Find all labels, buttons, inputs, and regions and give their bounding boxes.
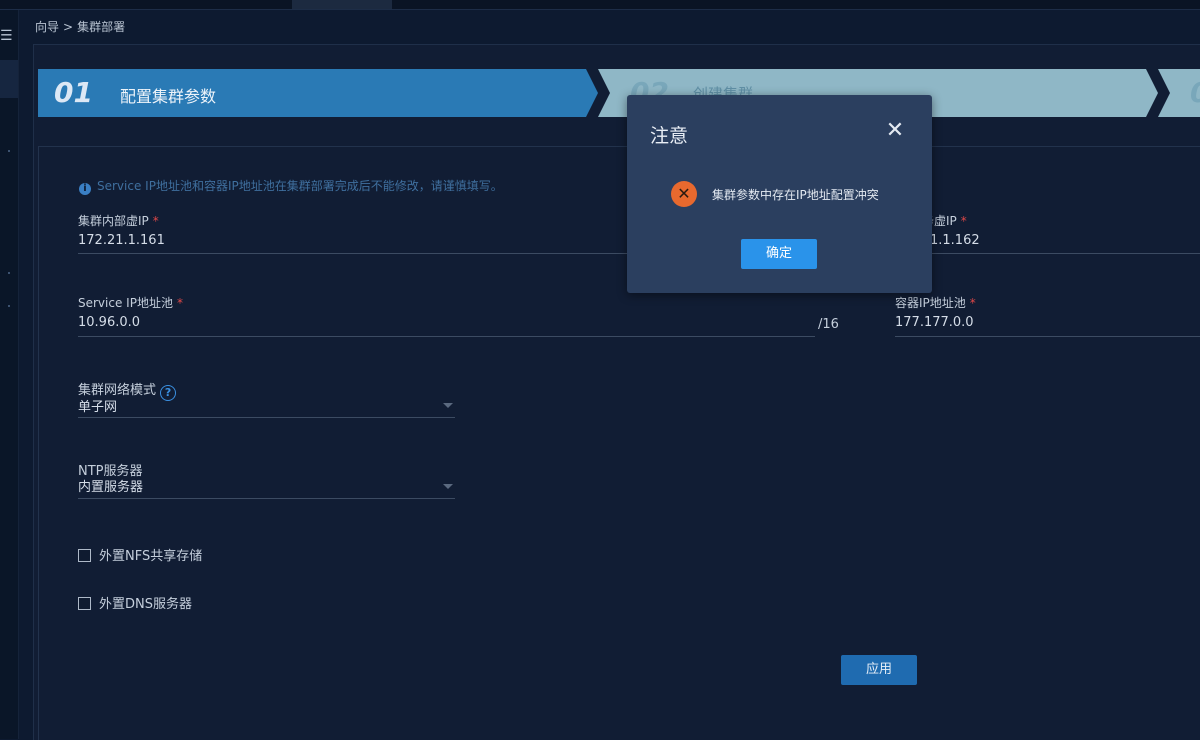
network-mode-underline	[78, 417, 455, 418]
service-pool-input[interactable]: 10.96.0.0	[78, 315, 140, 330]
service-vip-underline	[895, 253, 1200, 254]
error-icon: ✕	[671, 181, 697, 207]
nfs-checkbox-label: 外置NFS共享存储	[99, 549, 203, 564]
network-mode-select[interactable]: 单子网	[78, 396, 117, 415]
step-label: 配置集群参数	[120, 87, 217, 106]
confirm-button[interactable]: 确定	[741, 239, 817, 269]
breadcrumb-current: 集群部署	[77, 20, 126, 34]
warning-dialog: 注意 ✕ ✕ 集群参数中存在IP地址配置冲突 确定	[627, 95, 932, 293]
nfs-checkbox[interactable]	[78, 549, 91, 562]
rail-dot	[8, 150, 10, 152]
cluster-vip-label: 集群内部虚IP *	[78, 212, 159, 229]
dialog-title: 注意	[650, 125, 689, 147]
top-tab[interactable]	[292, 0, 392, 9]
chevron-down-icon[interactable]	[443, 403, 453, 408]
menu-icon[interactable]: ☰	[0, 28, 13, 44]
dns-checkbox[interactable]	[78, 597, 91, 610]
step-number: 01	[54, 76, 93, 109]
dialog-message: 集群参数中存在IP地址配置冲突	[712, 188, 879, 202]
service-pool-underline	[78, 336, 815, 337]
required-mark: *	[969, 296, 976, 310]
notice-text: Service IP地址池和容器IP地址池在集群部署完成后不能修改，请谨慎填写。	[97, 179, 503, 193]
apply-button[interactable]: 应用	[841, 655, 917, 685]
info-icon: i	[79, 183, 91, 195]
cluster-vip-underline	[78, 253, 638, 254]
rail-dot	[8, 305, 10, 307]
container-pool-underline	[895, 336, 1200, 337]
service-pool-label: Service IP地址池 *	[78, 294, 183, 311]
ntp-underline	[78, 498, 455, 499]
step-configure-params: 01 配置集群参数	[38, 69, 598, 117]
rail-dot	[8, 272, 10, 274]
breadcrumb-separator: >	[63, 20, 74, 34]
rail-active-item[interactable]	[0, 60, 18, 98]
required-mark: *	[152, 214, 159, 228]
required-mark: *	[960, 214, 967, 228]
required-mark: *	[176, 296, 183, 310]
chevron-down-icon[interactable]	[443, 484, 453, 489]
wizard-steps: 01 配置集群参数 02 创建集群 03	[38, 69, 1200, 117]
breadcrumb: 向导 > 集群部署	[35, 18, 125, 36]
step-third: 03	[1158, 69, 1200, 117]
dns-checkbox-label: 外置DNS服务器	[99, 597, 192, 612]
dns-option[interactable]: 外置DNS服务器	[78, 593, 192, 612]
label-text: Service IP地址池	[78, 296, 173, 310]
label-text: 容器IP地址池	[895, 296, 966, 310]
cluster-vip-input[interactable]: 172.21.1.161	[78, 233, 165, 248]
left-rail: ☰	[0, 10, 19, 739]
container-pool-label: 容器IP地址池 *	[895, 294, 976, 311]
label-text: 集群内部虚IP	[78, 214, 149, 228]
cluster-params-form: i Service IP地址池和容器IP地址池在集群部署完成后不能修改，请谨慎填写…	[38, 146, 1200, 740]
service-vip-input[interactable]: 1.1.162	[930, 233, 980, 248]
step-number: 03	[1190, 76, 1200, 109]
close-icon[interactable]: ✕	[883, 119, 907, 143]
breadcrumb-root[interactable]: 向导	[35, 20, 59, 34]
top-bar	[0, 0, 1200, 10]
ntp-select[interactable]: 内置服务器	[78, 476, 143, 495]
container-pool-input[interactable]: 177.177.0.0	[895, 315, 974, 330]
help-icon[interactable]: ?	[160, 385, 177, 401]
nfs-option[interactable]: 外置NFS共享存储	[78, 545, 202, 564]
ip-pool-notice: i Service IP地址池和容器IP地址池在集群部署完成后不能修改，请谨慎填写…	[79, 177, 503, 195]
service-pool-suffix: /16	[818, 317, 839, 332]
